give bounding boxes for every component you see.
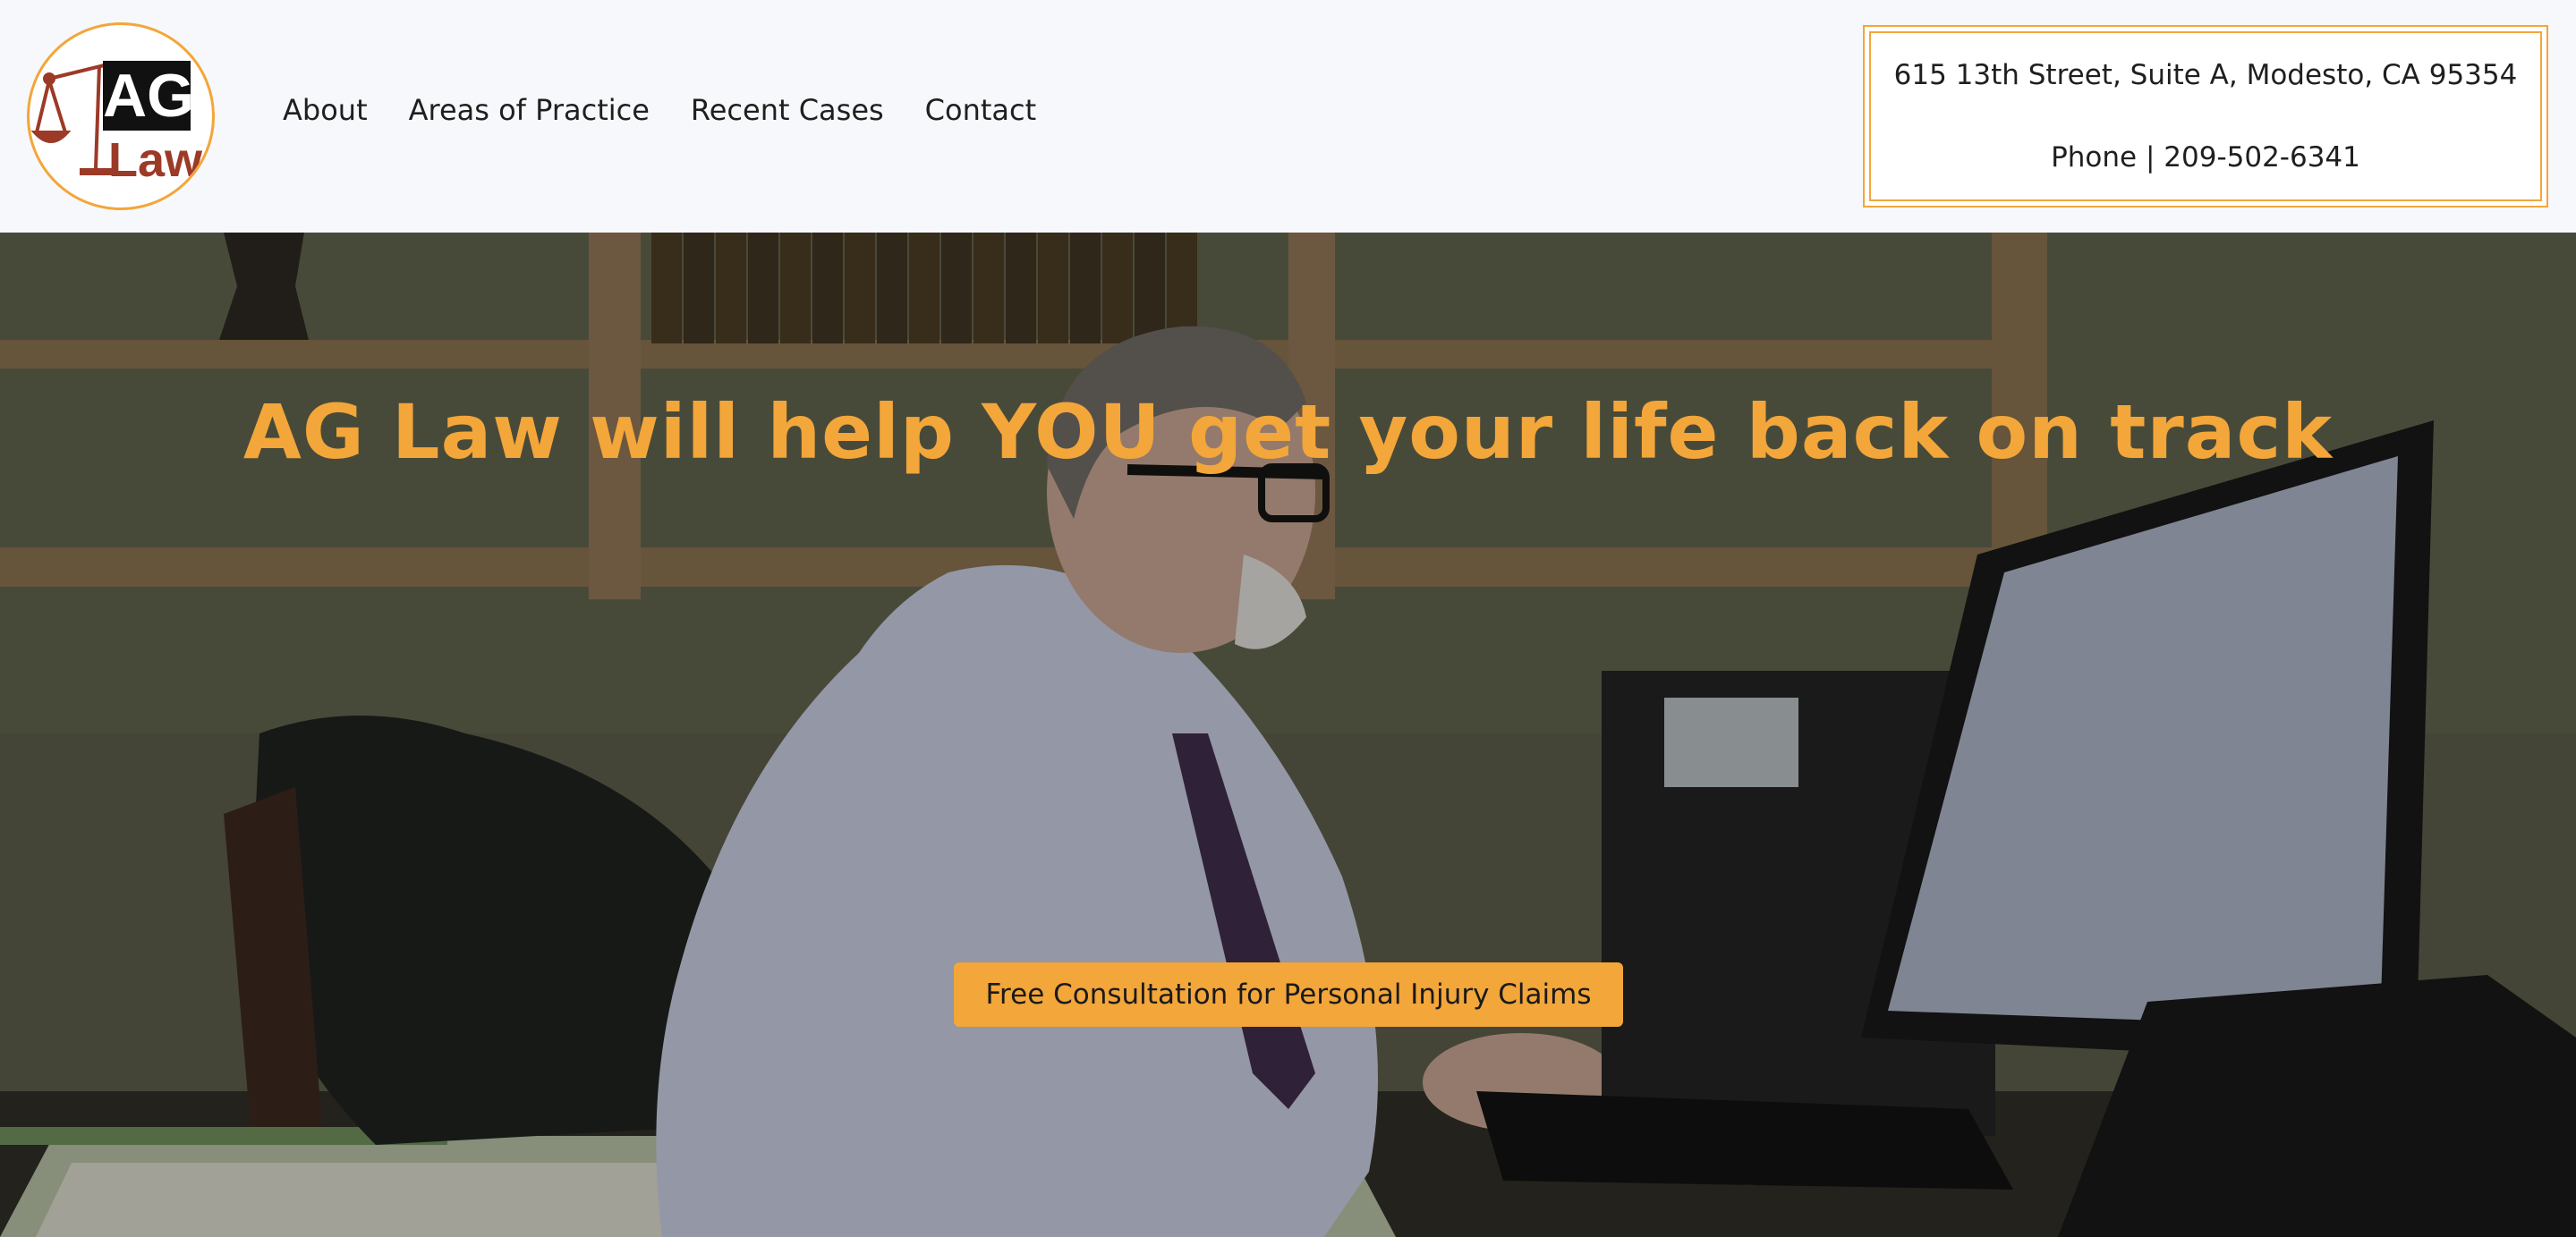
address-text: 615 13th Street, Suite A, Modesto, CA 95… bbox=[1893, 59, 2518, 91]
phone-text[interactable]: Phone | 209-502-6341 bbox=[2051, 141, 2360, 174]
contact-info-inner: 615 13th Street, Suite A, Modesto, CA 95… bbox=[1869, 31, 2542, 201]
hero-title: AG Law will help YOU get your life back … bbox=[242, 388, 2334, 477]
logo-letters-box: AG bbox=[103, 61, 194, 131]
ag-law-logo[interactable]: AG Law bbox=[27, 22, 215, 210]
logo-word: Law bbox=[108, 133, 203, 187]
hero-darken-overlay bbox=[0, 233, 2576, 1237]
site-header: AG Law About Areas of Practice Recent Ca… bbox=[0, 0, 2576, 233]
logo-letters: AG bbox=[103, 62, 194, 130]
nav-areas-of-practice[interactable]: Areas of Practice bbox=[409, 93, 650, 127]
nav-recent-cases[interactable]: Recent Cases bbox=[691, 93, 884, 127]
nav-contact[interactable]: Contact bbox=[925, 93, 1037, 127]
contact-info-box: 615 13th Street, Suite A, Modesto, CA 95… bbox=[1863, 25, 2548, 208]
main-nav: About Areas of Practice Recent Cases Con… bbox=[283, 93, 1036, 127]
nav-about[interactable]: About bbox=[283, 93, 368, 127]
free-consultation-button[interactable]: Free Consultation for Personal Injury Cl… bbox=[954, 962, 1623, 1027]
hero-section: AG Law will help YOU get your life back … bbox=[0, 233, 2576, 1237]
